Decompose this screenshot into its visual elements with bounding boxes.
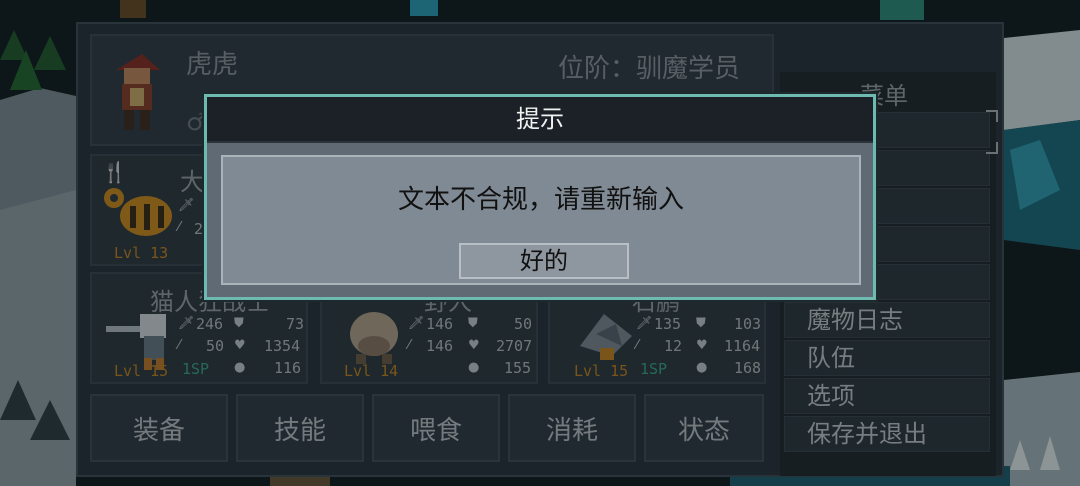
ok-button[interactable]: 好的 xyxy=(459,243,629,279)
dialog-message: 文本不合规，请重新输入 xyxy=(397,185,684,215)
dialog-body: 文本不合规，请重新输入 好的 xyxy=(221,155,861,285)
dialog-title: 提示 xyxy=(516,105,564,133)
alert-dialog: 提示 文本不合规，请重新输入 好的 xyxy=(204,94,876,300)
game-scene: 虎虎 位阶：驯魔学员 ♂ 🍴 大眼狸 Lvl 13 🗡 ⁄ 2 猫人狂战士 Lv… xyxy=(0,0,1080,486)
